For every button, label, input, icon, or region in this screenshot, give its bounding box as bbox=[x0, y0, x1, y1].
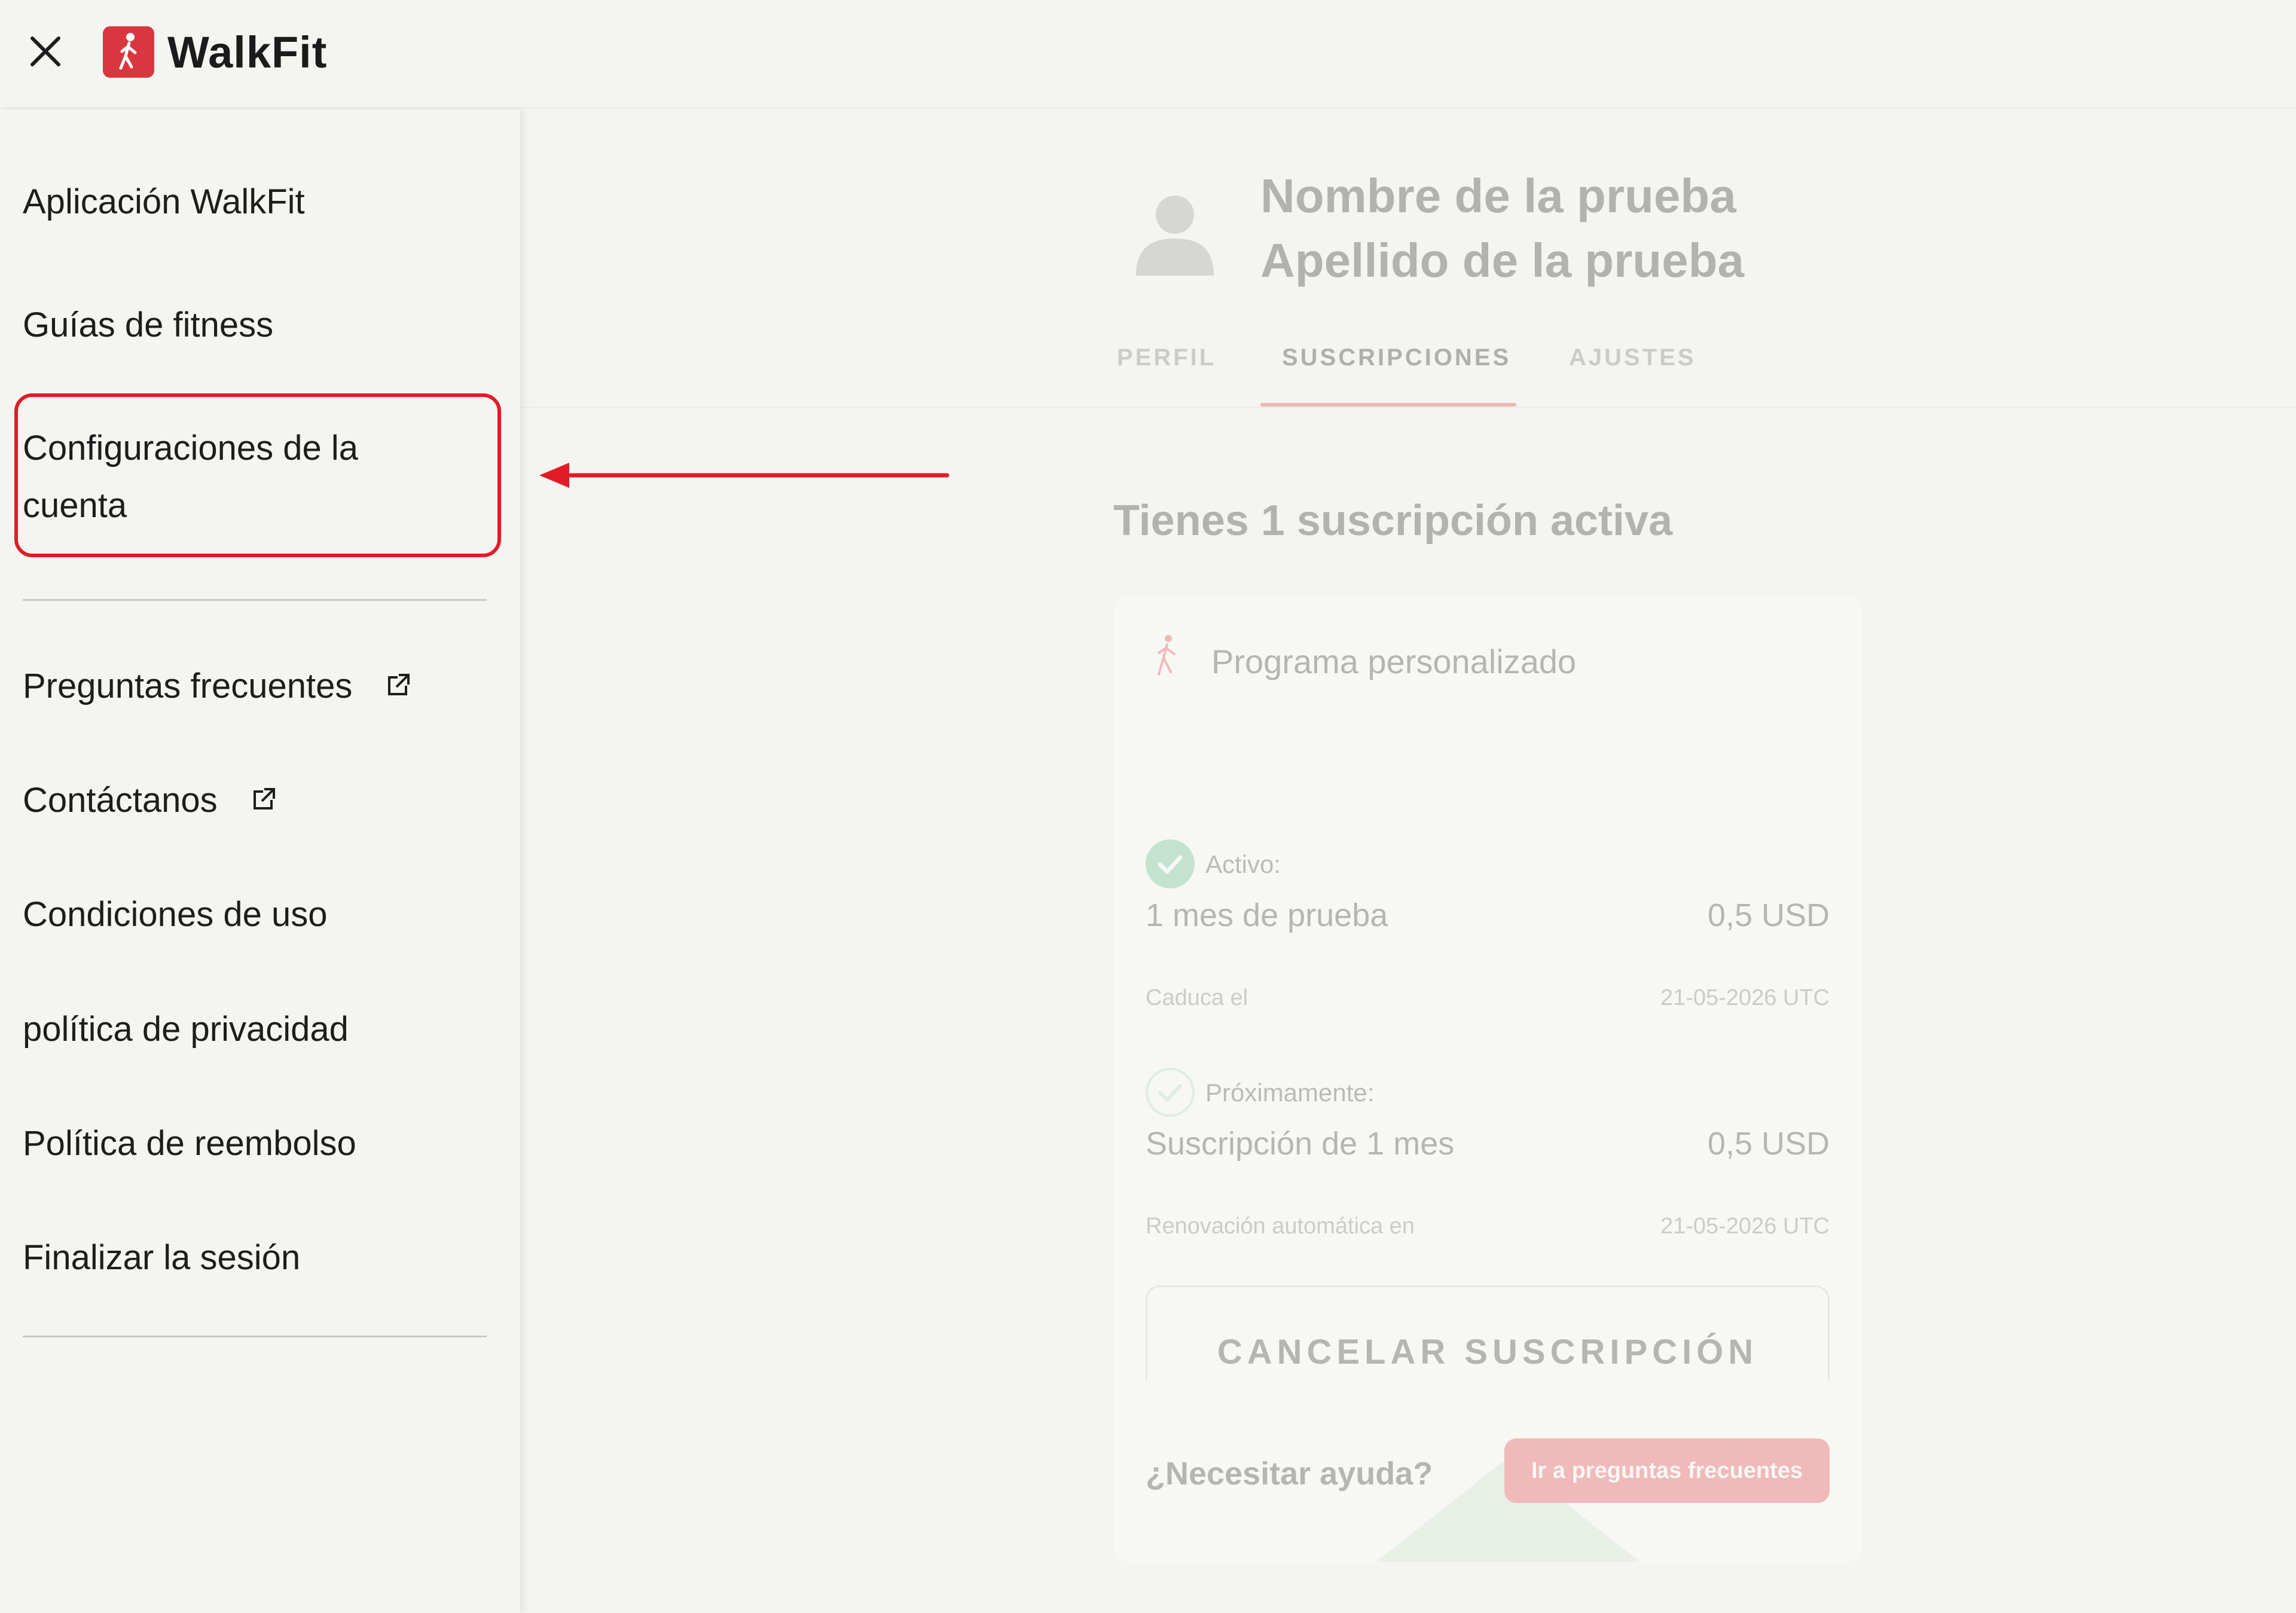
walkfit-logo-icon bbox=[103, 26, 154, 78]
upcoming-plan-name: Suscripción de 1 mes bbox=[1146, 1126, 1455, 1162]
sidebar-item-terms[interactable]: Condiciones de uso bbox=[23, 886, 327, 943]
app-header: WalkFit bbox=[0, 0, 2296, 109]
app-root: WalkFit Nombre de la prueba Apellido de … bbox=[0, 0, 2296, 1613]
sidebar-item-contact[interactable]: Contáctanos bbox=[23, 772, 276, 829]
tab-subscriptions[interactable]: SUSCRIPCIONES bbox=[1282, 344, 1511, 371]
help-card: ¿Necesitar ayuda? Ir a preguntas frecuen… bbox=[1113, 1381, 1862, 1562]
sidebar-item-label: Preguntas frecuentes bbox=[23, 667, 353, 705]
account-main-panel: Nombre de la prueba Apellido de la prueb… bbox=[520, 110, 2296, 1613]
upcoming-status-label: Próximamente: bbox=[1205, 1079, 1375, 1107]
sidebar-item-fitness-guides[interactable]: Guías de fitness bbox=[23, 297, 273, 354]
user-first-name: Nombre de la prueba bbox=[1260, 169, 1736, 222]
tab-settings[interactable]: AJUSTES bbox=[1569, 344, 1696, 371]
walker-icon bbox=[1158, 635, 1176, 676]
active-plan-price: 0,5 USD bbox=[1707, 897, 1830, 933]
active-status-label: Activo: bbox=[1205, 850, 1281, 878]
external-link-icon bbox=[388, 674, 410, 695]
external-link-icon bbox=[253, 788, 275, 809]
expires-label: Caduca el bbox=[1146, 985, 1248, 1010]
tabs-divider bbox=[520, 407, 2296, 408]
sidebar-item-label: política de privacidad bbox=[23, 1010, 349, 1049]
renewal-date: 21-05-2026 UTC bbox=[1660, 1214, 1830, 1239]
sidebar-item-label: Guías de fitness bbox=[23, 306, 274, 344]
program-title: Programa personalizado bbox=[1211, 643, 1577, 680]
sidebar-item-label: Política de reembolso bbox=[23, 1124, 356, 1163]
upcoming-check-icon bbox=[1146, 1068, 1195, 1117]
active-plan-name: 1 mes de prueba bbox=[1146, 897, 1388, 933]
sidebar-item-refund[interactable]: Política de reembolso bbox=[23, 1115, 356, 1172]
go-to-faq-button[interactable]: Ir a preguntas frecuentes bbox=[1504, 1438, 1830, 1503]
sidebar-item-label: Condiciones de uso bbox=[23, 895, 328, 934]
highlight-annotation bbox=[14, 393, 501, 557]
sidebar-item-logout[interactable]: Finalizar la sesión bbox=[23, 1229, 300, 1287]
menu-divider bbox=[23, 1336, 487, 1337]
active-check-icon bbox=[1146, 839, 1195, 888]
close-icon[interactable] bbox=[24, 30, 67, 73]
avatar-icon bbox=[1136, 195, 1214, 276]
sidebar-item-label: Aplicación WalkFit bbox=[23, 182, 305, 221]
user-last-name: Apellido de la prueba bbox=[1260, 234, 1745, 287]
sidebar-menu: Aplicación WalkFit Guías de fitness Conf… bbox=[0, 110, 520, 1613]
menu-divider bbox=[23, 599, 487, 601]
annotation-arrow-icon bbox=[539, 463, 949, 488]
sidebar-item-faq[interactable]: Preguntas frecuentes bbox=[23, 658, 411, 715]
help-text: ¿Necesitar ayuda? bbox=[1146, 1456, 1433, 1492]
subscriptions-heading: Tienes 1 suscripción activa bbox=[1113, 497, 1673, 545]
subscription-card: Programa personalizado Activo: 1 mes de … bbox=[1113, 597, 1862, 1450]
user-full-name: Nombre de la prueba Apellido de la prueb… bbox=[1260, 164, 1744, 293]
expires-date: 21-05-2026 UTC bbox=[1660, 985, 1830, 1010]
upcoming-plan-price: 0,5 USD bbox=[1707, 1126, 1830, 1162]
sidebar-item-privacy[interactable]: política de privacidad bbox=[23, 1001, 349, 1058]
app-name: WalkFit bbox=[167, 28, 328, 77]
sidebar-item-label: Finalizar la sesión bbox=[23, 1238, 301, 1277]
tab-profile[interactable]: PERFIL bbox=[1117, 344, 1216, 371]
sidebar-item-label: Contáctanos bbox=[23, 781, 218, 820]
sidebar-item-walkfit-app[interactable]: Aplicación WalkFit bbox=[23, 173, 305, 231]
renewal-label: Renovación automática en bbox=[1146, 1214, 1415, 1239]
